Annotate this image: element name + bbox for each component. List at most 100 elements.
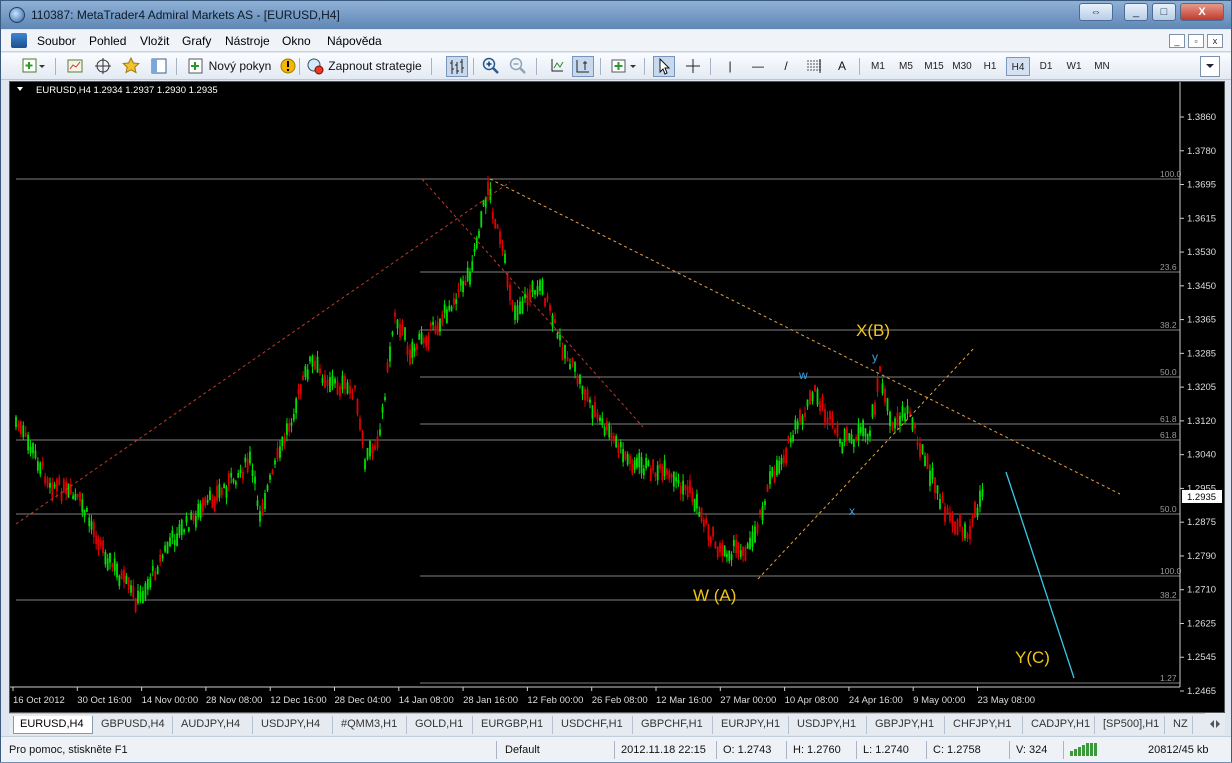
expert-advisors-icon[interactable] [304, 56, 326, 77]
tab-nz[interactable]: NZ [1167, 716, 1193, 734]
timeframe-m15[interactable]: M15 [922, 57, 946, 76]
tab-usdjpy-h1[interactable]: USDJPY,H1 [791, 716, 867, 734]
tab-qmm3-h1[interactable]: #QMM3,H1 [335, 716, 407, 734]
tab-gbpusd-h4[interactable]: GBPUSD,H4 [95, 716, 173, 734]
fibonacci-tool-icon[interactable] [803, 56, 825, 77]
favorites-star-icon[interactable] [120, 56, 142, 77]
tab-gbpjpy-h1[interactable]: GBPJPY,H1 [869, 716, 945, 734]
cursor-arrow-icon[interactable] [653, 56, 675, 77]
chart-bars-icon[interactable] [446, 56, 468, 77]
horizontal-line-tool-icon[interactable]: — [747, 56, 769, 77]
candle-body [652, 459, 654, 471]
crosshair-icon[interactable] [682, 56, 704, 77]
chart-shift-icon[interactable] [572, 56, 594, 77]
trendline-up-red[interactable] [15, 181, 511, 525]
status-profile[interactable]: Default [505, 741, 540, 759]
trendline-up-orange[interactable] [757, 346, 976, 580]
chart-canvas[interactable]: 100.023.638.250.061.861.850.0100.038.21.… [10, 82, 1224, 712]
new-order-button[interactable]: Nový pokyn [207, 56, 273, 77]
candle-body [526, 292, 529, 305]
menu-okno[interactable]: Okno [282, 34, 311, 48]
connection-bars-icon[interactable] [1069, 741, 1109, 759]
candle-body [591, 405, 594, 419]
tab-eurgbp-h1[interactable]: EURGBP,H1 [475, 716, 553, 734]
chart-header-arrow-icon[interactable] [17, 87, 23, 91]
crosshair-move-icon[interactable] [92, 56, 114, 77]
trendline-down-orange[interactable] [489, 178, 1121, 495]
navigator-icon[interactable] [148, 56, 170, 77]
window-close-button[interactable]: X [1180, 3, 1224, 21]
timeframe-mn[interactable]: MN [1090, 57, 1114, 76]
timeframe-m5[interactable]: M5 [894, 57, 918, 76]
chart-window-icon[interactable] [11, 33, 27, 48]
tab-scroll-left-icon[interactable] [1210, 720, 1214, 728]
zoom-in-icon[interactable] [480, 56, 502, 77]
window-maximize-button[interactable]: □ [1152, 3, 1176, 21]
mdi-minimize-button[interactable]: _ [1169, 34, 1185, 48]
profiles-icon[interactable] [64, 56, 86, 77]
tab-sp500-h1[interactable]: [SP500],H1 [1097, 716, 1165, 734]
tab-gold-h1[interactable]: GOLD,H1 [409, 716, 473, 734]
warning-icon[interactable] [277, 56, 299, 77]
window-restore-size-button[interactable]: ⇔ [1079, 3, 1113, 21]
tab-usdchf-h1[interactable]: USDCHF,H1 [555, 716, 633, 734]
candle-body [841, 441, 844, 454]
menu-pohled[interactable]: Pohled [89, 34, 126, 48]
time-tick-label: 28 Dec 04:00 [335, 695, 392, 706]
trendline-down-red[interactable] [421, 178, 644, 428]
tab-eurjpy-h1[interactable]: EURJPY,H1 [715, 716, 789, 734]
annotation-labels: EURUSD,H4 1.2934 1.2937 1.2930 1.2935 W … [17, 85, 1050, 667]
timeframe-w1[interactable]: W1 [1062, 57, 1086, 76]
tab-audjpy-h4[interactable]: AUDJPY,H4 [175, 716, 253, 734]
status-help-text: Pro pomoc, stiskněte F1 [9, 744, 128, 756]
menu-napoveda[interactable]: Nápověda [327, 34, 382, 48]
new-chart-icon[interactable] [19, 56, 47, 77]
candle-body [72, 495, 74, 500]
timeframe-d1[interactable]: D1 [1034, 57, 1058, 76]
candle-body [776, 460, 778, 476]
candle-body [874, 402, 876, 415]
text-tool-icon[interactable]: A [831, 56, 853, 77]
indicators-icon[interactable] [610, 56, 638, 77]
toolbar-separator [644, 58, 645, 75]
tab-gbpchf-h1[interactable]: GBPCHF,H1 [635, 716, 713, 734]
candle-body [371, 446, 374, 454]
timeframe-h1[interactable]: H1 [978, 57, 1002, 76]
candle-body [225, 486, 228, 498]
tab-eurusd-h4[interactable]: EURUSD,H4 [13, 716, 93, 734]
expert-advisors-button[interactable]: Zapnout strategie [326, 56, 424, 77]
candle-body [809, 390, 811, 405]
chart-tabs: EURUSD,H4 GBPUSD,H4 AUDJPY,H4 USDJPY,H4 … [9, 713, 1225, 735]
new-order-icon[interactable] [185, 56, 207, 77]
menu-grafy[interactable]: Grafy [182, 34, 211, 48]
tab-scroll[interactable] [1205, 713, 1225, 735]
tab-usdjpy-h4[interactable]: USDJPY,H4 [255, 716, 333, 734]
title-bar[interactable]: 110387: MetaTrader4 Admiral Markets AS -… [1, 1, 1231, 29]
toolbar-collapse-icon[interactable] [1200, 56, 1220, 77]
timeframe-h4[interactable]: H4 [1006, 57, 1030, 76]
price-chart[interactable]: 100.0 23.6 38.2 50.0 61.8 61.8 50.0 100.0 38.2 1.… [9, 81, 1225, 713]
mdi-restore-button[interactable]: ▫ [1188, 34, 1204, 48]
timeframe-m30[interactable]: M30 [950, 57, 974, 76]
zoom-out-icon[interactable] [507, 56, 529, 77]
candle-body [966, 534, 969, 539]
menu-nastroje[interactable]: Nástroje [225, 34, 270, 48]
tab-scroll-right-icon[interactable] [1216, 720, 1220, 728]
vertical-line-tool-icon[interactable]: | [719, 56, 741, 77]
tab-cadjpy-h1[interactable]: CADJPY,H1 [1025, 716, 1095, 734]
autoscroll-icon[interactable] [545, 56, 567, 77]
tab-chfjpy-h1[interactable]: CHFJPY,H1 [947, 716, 1023, 734]
candle-body [90, 521, 93, 530]
trendline-tool-icon[interactable]: / [775, 56, 797, 77]
candle-body [316, 356, 319, 373]
candle-body [914, 424, 916, 429]
timeframe-m1[interactable]: M1 [866, 57, 890, 76]
menu-soubor[interactable]: Soubor [37, 34, 76, 48]
candle-body [904, 413, 906, 421]
menu-vlozit[interactable]: Vložit [140, 34, 169, 48]
mdi-close-button[interactable]: x [1207, 34, 1223, 48]
window-minimize-button[interactable]: _ [1124, 3, 1148, 21]
candle-body [161, 554, 164, 559]
candle-body [439, 319, 441, 332]
candle-body [647, 460, 650, 466]
